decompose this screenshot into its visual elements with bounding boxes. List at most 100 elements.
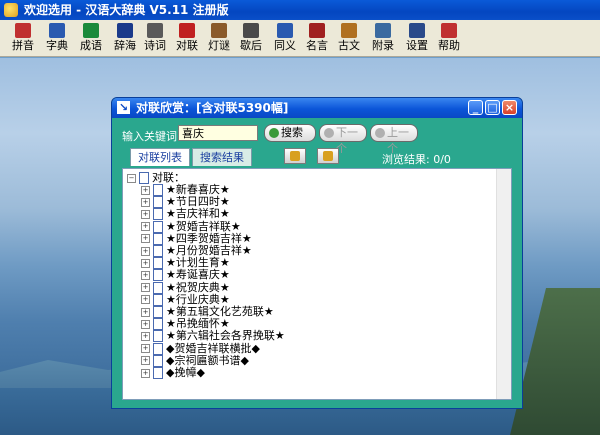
tree-item-label: ★寿诞喜庆★ — [166, 268, 230, 282]
toolbar-button-13[interactable]: 帮助 — [432, 22, 466, 54]
toolbar-icon — [375, 23, 391, 38]
document-icon — [153, 342, 163, 355]
tree-item[interactable]: + ★第六辑社会各界挽联★ — [141, 330, 285, 343]
toolbar-label: 设置 — [406, 39, 428, 52]
expand-toggle-icon[interactable]: + — [141, 185, 150, 195]
couplet-dialog: ↘ 对联欣赏：[含对联5390幅] _ □ × 输入关键词 喜庆 搜索 下一个 … — [111, 97, 523, 409]
dialog-title: 对联欣赏：[含对联5390幅] — [136, 101, 289, 115]
dialog-icon: ↘ — [117, 101, 130, 114]
tree-item[interactable]: + ★行业庆典★ — [141, 293, 230, 306]
collapse-icon — [323, 151, 333, 161]
browse-stats: 浏览结果: 0/0 — [382, 153, 451, 166]
toolbar-label: 灯谜 — [208, 39, 230, 52]
next-button-label: 下一个 — [336, 126, 358, 155]
expand-toggle-icon[interactable]: + — [141, 307, 150, 317]
collapse-button[interactable] — [317, 148, 339, 164]
tree-item[interactable]: + ◆挽幛◆ — [141, 367, 205, 379]
collapse-toggle-icon[interactable]: − — [127, 173, 136, 183]
toolbar-button-6[interactable]: 灯谜 — [202, 22, 236, 54]
toolbar-button-4[interactable]: 诗词 — [138, 22, 172, 54]
tree-item[interactable]: + ★寿诞喜庆★ — [141, 268, 230, 282]
next-button[interactable]: 下一个 — [319, 124, 367, 155]
prev-button[interactable]: 上一个 — [370, 124, 418, 155]
tree-item-label: ◆挽幛◆ — [166, 366, 205, 379]
toolbar-icon — [243, 23, 259, 38]
tree-item[interactable]: + ★吉庆祥和★ — [141, 207, 230, 221]
document-icon — [153, 257, 163, 270]
toolbar-button-3[interactable]: 辞海 — [108, 22, 142, 54]
toolbar-label: 同义 — [274, 39, 296, 52]
expand-toggle-icon[interactable]: + — [141, 222, 150, 232]
dialog-body: 输入关键词 喜庆 搜索 下一个 上一个 对联列表 搜索结果 浏览结果: 0/0 … — [112, 118, 522, 408]
tree-item[interactable]: + ◆贺婚吉祥联横批◆ — [141, 342, 260, 355]
document-icon — [153, 330, 163, 343]
toolbar-button-2[interactable]: 成语 — [74, 22, 108, 54]
document-icon — [153, 354, 163, 367]
app-title-bar[interactable]: 欢迎选用 - 汉语大辞典 V5.11 注册版 — [0, 0, 600, 20]
toolbar-icon — [15, 23, 31, 38]
tree-item[interactable]: + ◆宗祠匾额书谱◆ — [141, 354, 249, 367]
toolbar-button-9[interactable]: 名言 — [300, 22, 334, 54]
expand-toggle-icon[interactable]: + — [141, 258, 150, 268]
search-button[interactable]: 搜索 — [264, 124, 316, 142]
toolbar-label: 字典 — [46, 39, 68, 52]
tree-item[interactable]: + ★祝贺庆典★ — [141, 281, 230, 294]
toolbar-button-8[interactable]: 同义 — [268, 22, 302, 54]
toolbar-icon — [309, 23, 325, 38]
toolbar-icon — [277, 23, 293, 38]
toolbar-button-10[interactable]: 古文 — [332, 22, 366, 54]
toolbar-icon — [83, 23, 99, 38]
arrow-left-icon — [375, 128, 385, 138]
tree-item-label: ★吉庆祥和★ — [166, 207, 230, 221]
expand-toggle-icon[interactable]: + — [141, 344, 150, 354]
toolbar-label: 诗词 — [144, 39, 166, 52]
toolbar-label: 辞海 — [114, 39, 136, 52]
tree-item[interactable]: + ★贺婚吉祥联★ — [141, 220, 241, 233]
document-icon — [153, 306, 163, 318]
maximize-icon[interactable]: □ — [485, 100, 500, 115]
expand-toggle-icon[interactable]: + — [141, 209, 150, 219]
document-icon — [153, 184, 163, 196]
expand-toggle-icon[interactable]: + — [141, 234, 150, 244]
toolbar-label: 古文 — [338, 39, 360, 52]
tab-search-results[interactable]: 搜索结果 — [192, 148, 252, 166]
expand-toggle-icon[interactable]: + — [141, 283, 150, 293]
document-icon — [153, 269, 163, 282]
keyword-input[interactable]: 喜庆 — [178, 125, 258, 141]
expand-toggle-icon[interactable]: + — [141, 197, 150, 207]
expand-toggle-icon[interactable]: + — [141, 368, 150, 378]
toolbar-button-12[interactable]: 设置 — [400, 22, 434, 54]
expand-toggle-icon[interactable]: + — [141, 270, 150, 280]
expand-toggle-icon[interactable]: + — [141, 331, 150, 341]
toolbar-button-11[interactable]: 附录 — [366, 22, 400, 54]
toolbar-button-0[interactable]: 拼音 — [6, 22, 40, 54]
toolbar-label: 帮助 — [438, 39, 460, 52]
tree-item[interactable]: + ★四季贺婚吉祥★ — [141, 231, 252, 245]
toolbar-icon — [441, 23, 457, 38]
couplet-tree[interactable]: − 对联： + ★新春喜庆★ + ★节日四时★ + ★吉庆祥和★ + ★贺婚吉祥联★ + ★四季贺婚吉… — [122, 168, 512, 400]
document-icon — [139, 172, 149, 184]
tab-couplet-list[interactable]: 对联列表 — [130, 148, 190, 166]
expand-toggle-icon[interactable]: + — [141, 246, 150, 256]
document-icon — [153, 367, 163, 379]
dialog-title-bar[interactable]: ↘ 对联欣赏：[含对联5390幅] _ □ × — [112, 98, 522, 118]
tree-item[interactable]: + ★新春喜庆★ — [141, 184, 230, 196]
close-icon[interactable]: × — [502, 100, 517, 115]
expand-toggle-icon[interactable]: + — [141, 319, 150, 329]
tree-scrollbar[interactable] — [496, 169, 511, 399]
minimize-icon[interactable]: _ — [468, 100, 483, 115]
app-title: 欢迎选用 - 汉语大辞典 V5.11 注册版 — [24, 3, 229, 17]
toolbar-button-7[interactable]: 歇后 — [234, 22, 268, 54]
expand-toggle-icon[interactable]: + — [141, 356, 150, 366]
toolbar-button-5[interactable]: 对联 — [170, 22, 204, 54]
toolbar-button-1[interactable]: 字典 — [40, 22, 74, 54]
toolbar-icon — [49, 23, 65, 38]
tree-item-label: ★四季贺婚吉祥★ — [166, 231, 252, 245]
expand-toggle-icon[interactable]: + — [141, 295, 150, 305]
expand-icon — [290, 151, 300, 161]
toolbar-icon — [117, 23, 133, 38]
document-icon — [153, 232, 163, 245]
expand-button[interactable] — [284, 148, 306, 164]
tree-item-label: ★新春喜庆★ — [166, 183, 230, 196]
document-icon — [153, 245, 163, 257]
